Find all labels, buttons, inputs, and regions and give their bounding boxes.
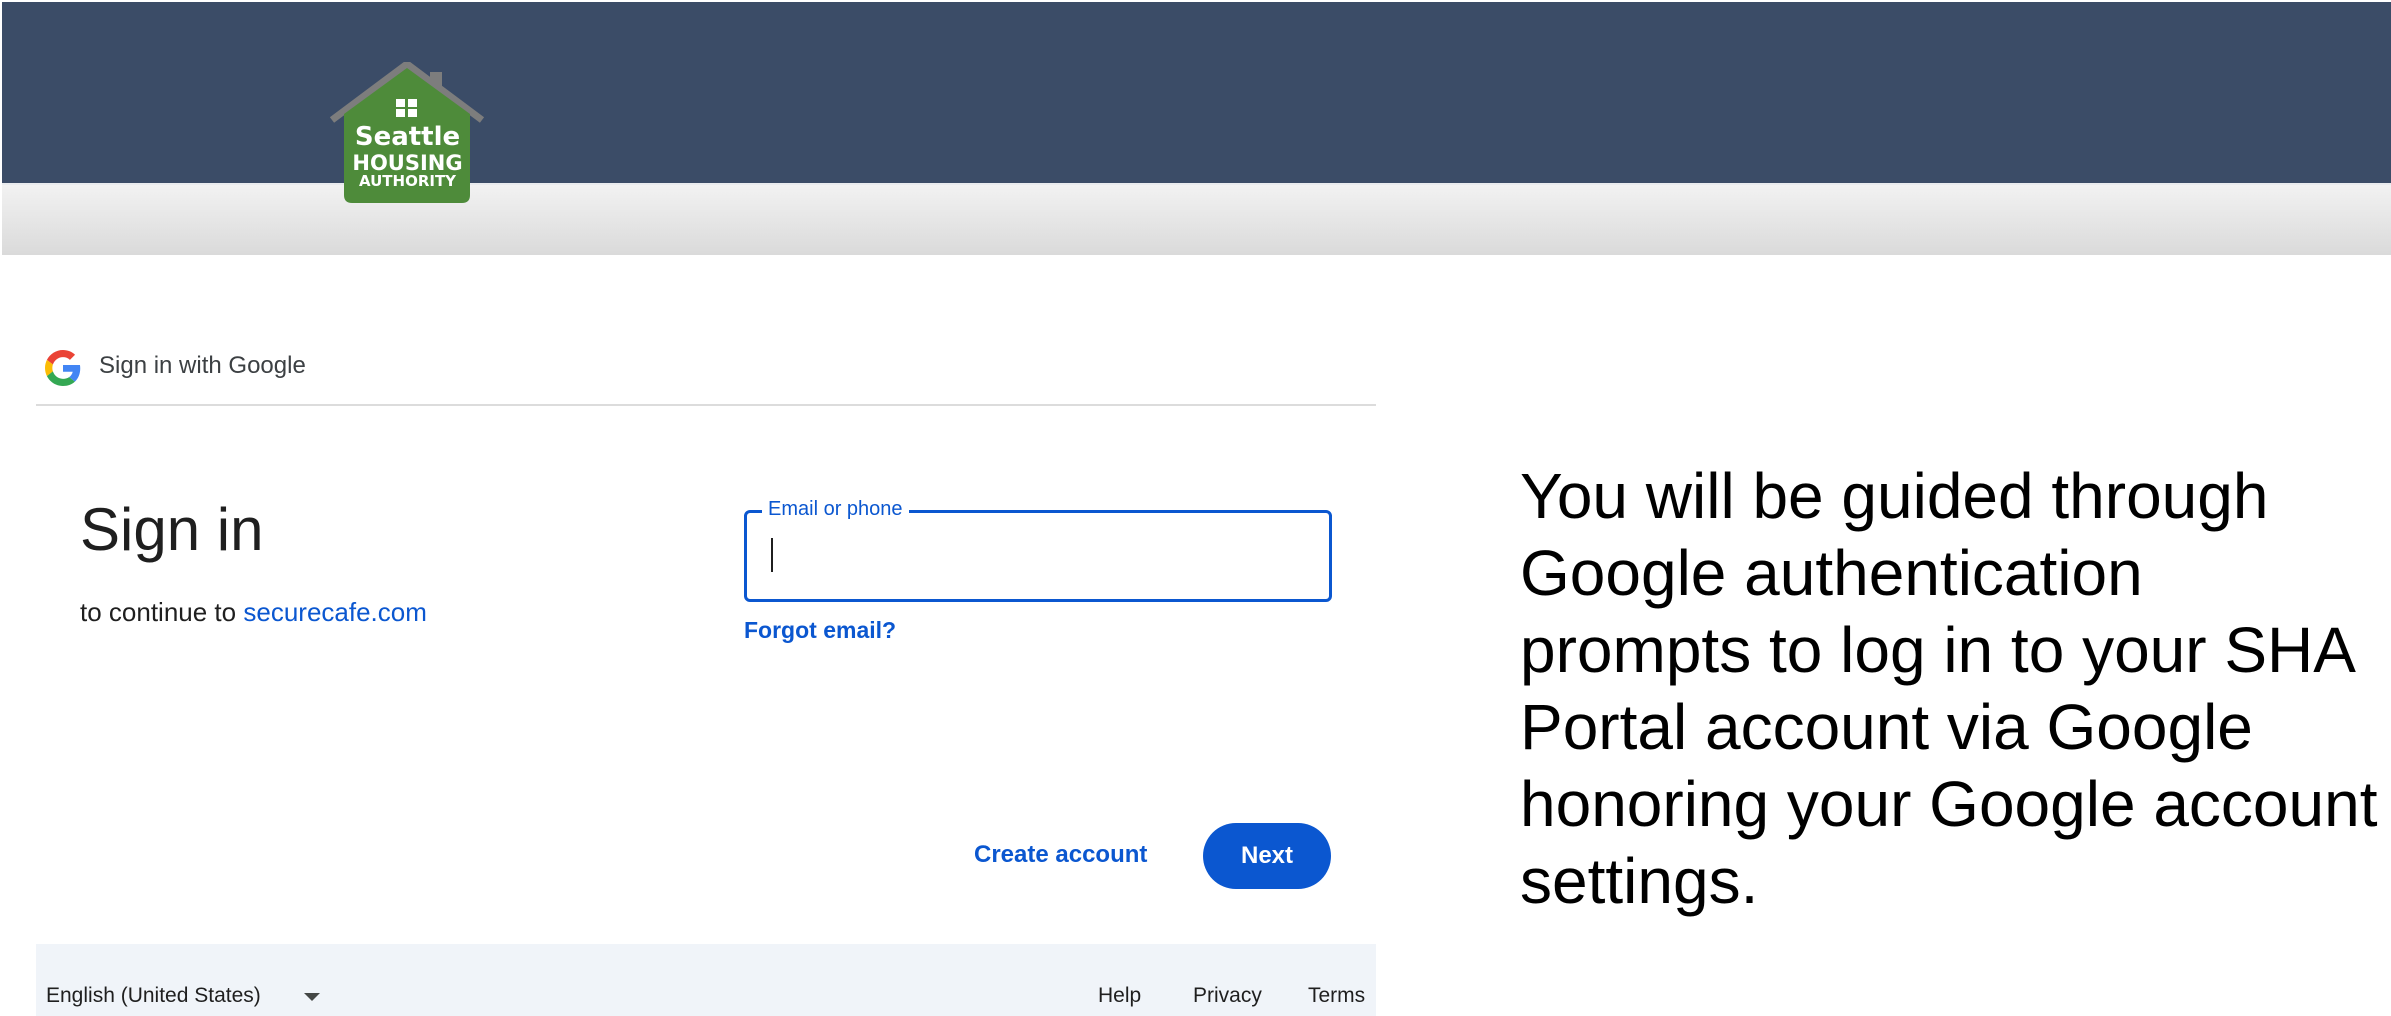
help-link[interactable]: Help: [1098, 984, 1141, 1008]
email-field-label: Email or phone: [762, 498, 909, 521]
forgot-email-link[interactable]: Forgot email?: [744, 617, 896, 644]
google-signin-topbar: Sign in with Google: [36, 332, 1376, 406]
email-field[interactable]: [768, 532, 1312, 578]
google-signin-panel: Sign in with Google Sign in to continue …: [36, 332, 1376, 1016]
instruction-caption: You will be guided through Google authen…: [1520, 460, 2378, 917]
logo-text-seattle: Seattle: [354, 122, 461, 152]
chevron-down-icon[interactable]: [304, 993, 320, 1001]
seattle-housing-authority-logo[interactable]: Seattle HOUSING AUTHORITY: [330, 62, 485, 207]
create-account-button[interactable]: Create account: [974, 841, 1147, 869]
next-button[interactable]: Next: [1203, 823, 1331, 889]
continue-prefix: to continue to: [80, 597, 237, 627]
terms-link[interactable]: Terms: [1308, 984, 1365, 1008]
google-footer: English (United States) Help Privacy Ter…: [36, 944, 1376, 1016]
text-cursor: [771, 538, 773, 572]
continue-to-text: to continue to securecafe.com: [80, 597, 427, 628]
continue-domain-link[interactable]: securecafe.com: [243, 597, 427, 627]
signin-with-google-label: Sign in with Google: [99, 352, 306, 379]
privacy-link[interactable]: Privacy: [1193, 984, 1262, 1008]
google-g-icon: [45, 350, 81, 386]
page-title: Sign in: [80, 496, 264, 563]
language-select[interactable]: English (United States): [46, 984, 261, 1008]
logo-text-authority: AUTHORITY: [358, 172, 457, 190]
